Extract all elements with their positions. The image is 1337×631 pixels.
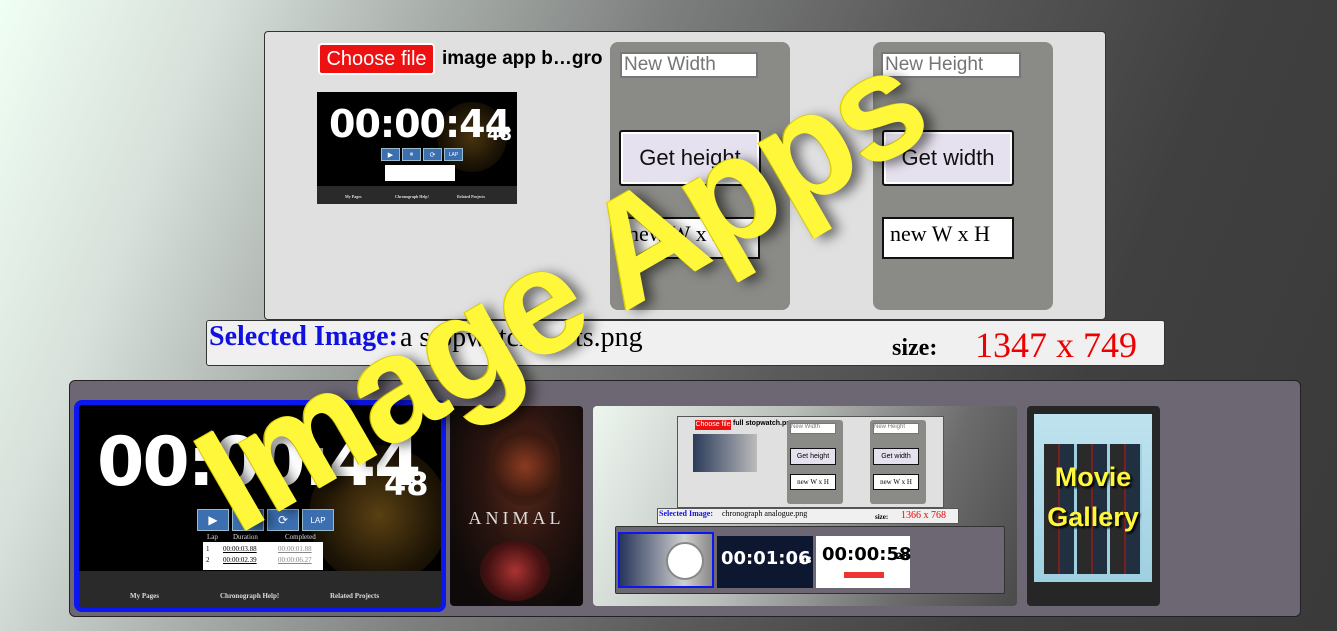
thumb3-size-label: size: <box>875 513 889 521</box>
thumb3-selected-label: Selected Image: <box>659 509 713 518</box>
thumb3-size-value: 1366 x 768 <box>901 510 946 521</box>
thumb1-lap-header-1: Lap <box>207 533 218 541</box>
new-width-input[interactable] <box>620 52 758 78</box>
thumb3-mini-thumb1 <box>618 532 714 588</box>
thumb2-creature-decoration <box>490 426 560 506</box>
thumb3-mini-frac-2: 28 <box>896 552 909 562</box>
thumb3-mini-clock <box>666 542 704 580</box>
preview-lap-button: LAP <box>444 148 463 161</box>
gallery-thumb-movie-gallery[interactable]: Movie Gallery <box>1027 406 1160 606</box>
thumb1-footer: My Pages Chronograph Help! Related Proje… <box>79 571 441 607</box>
preview-footer-link-1: My Pages <box>345 194 362 199</box>
thumb3-height-output: new W x H <box>873 474 919 490</box>
thumb1-footer-link-3: Related Projects <box>330 592 380 600</box>
preview-footer-link-3: Related Projects <box>457 194 486 199</box>
thumb3-width-output: new W x H <box>790 474 836 490</box>
thumb3-mini-thumb2: 00:01:06 38 <box>717 536 813 588</box>
preview-footer-link-2: Chronograph Help! <box>395 194 429 199</box>
preview-pause-button: ⏸ <box>402 148 421 161</box>
new-height-input[interactable] <box>881 52 1021 78</box>
thumb4-page: Movie Gallery <box>1034 414 1152 582</box>
thumb3-get-width: Get width <box>873 448 919 465</box>
preview-time-fraction: 48 <box>487 124 513 145</box>
thumb3-choose-button: Choose file <box>695 420 731 430</box>
thumb4-title-line1: Movie <box>1054 462 1132 492</box>
chosen-file-name: image app b…gro <box>442 48 603 69</box>
preview-lap-table <box>385 165 455 181</box>
thumb3-get-height: Get height <box>790 448 836 465</box>
gallery-thumb-app-screenshot[interactable]: Choose file full stopwatch.png New Width… <box>593 406 1017 606</box>
height-output: new W x H <box>882 217 1014 259</box>
preview-footer: My Pages Chronograph Help! Related Proje… <box>317 186 517 204</box>
thumb1-lap-row2-num: 2 <box>206 556 210 564</box>
thumb1-footer-link-2: Chronograph Help! <box>220 592 280 600</box>
thumb3-selected-name: chronograph analogue.png <box>722 509 808 518</box>
preview-reset-button: ⟳ <box>423 148 442 161</box>
size-value: 1347 x 749 <box>975 325 1137 365</box>
thumb2-title: ANIMAL <box>468 508 565 528</box>
thumb3-mini-frac-1: 38 <box>799 556 812 566</box>
thumb3-height-input: New Height <box>873 423 919 434</box>
size-label: size: <box>892 335 938 361</box>
preview-play-button: ▶ <box>381 148 400 161</box>
preview-image: 00:00:44 48 ▶ ⏸ ⟳ LAP My Pages Chronogra… <box>317 92 517 204</box>
thumb2-claw-decoration <box>480 541 550 601</box>
thumb1-lap-row1-num: 1 <box>206 545 210 553</box>
preview-time: 00:00:44 <box>329 102 511 146</box>
thumb3-width-input: New Width <box>790 423 836 434</box>
thumb3-file-name: full stopwatch.png <box>733 420 795 427</box>
thumb4-title-line2: Gallery <box>1047 502 1139 532</box>
thumb1-footer-link-1: My Pages <box>130 592 159 600</box>
thumb3-mini-progress <box>844 572 884 578</box>
choose-file-button[interactable]: Choose file <box>318 43 435 75</box>
thumb3-mini-time-1: 00:01:06 <box>721 548 811 569</box>
thumb3-preview <box>693 434 757 472</box>
thumb3-mini-thumb3: 00:00:58 28 <box>816 536 912 588</box>
thumb1-lap-row2-completed: 00:00:06.27 <box>278 556 312 564</box>
